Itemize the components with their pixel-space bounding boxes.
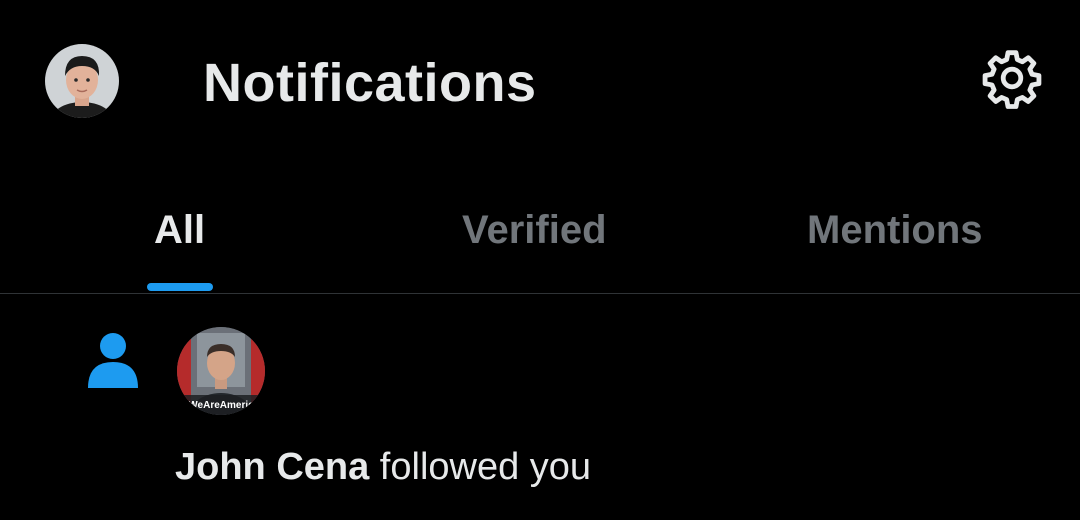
gear-icon [982, 50, 1042, 109]
tab-verified[interactable]: Verified [360, 165, 720, 293]
notification-text: John Cena followed you [175, 444, 591, 490]
notification-action: followed you [369, 446, 592, 488]
tab-all-label: All [154, 208, 206, 252]
profile-avatar[interactable] [45, 44, 119, 118]
person-icon [86, 332, 140, 390]
follower-avatar-image: #WeAreAmerica [177, 327, 265, 415]
follower-avatar[interactable]: #WeAreAmerica [177, 327, 265, 415]
user-avatar-icon [45, 44, 119, 118]
top-bar: Notifications [0, 0, 1080, 165]
tab-mentions-label: Mentions [807, 208, 983, 252]
active-tab-indicator [147, 283, 213, 291]
settings-button[interactable] [980, 46, 1044, 110]
tab-all[interactable]: All [0, 165, 360, 293]
follower-avatar-overlay: #WeAreAmerica [183, 400, 260, 411]
page-title: Notifications [203, 53, 537, 113]
tab-verified-label: Verified [462, 208, 607, 252]
notification-item[interactable]: #WeAreAmerica John Cena followed you [0, 294, 1080, 520]
tab-mentions[interactable]: Mentions [720, 165, 1080, 293]
notification-tabs: All Verified Mentions [0, 165, 1080, 293]
follower-name[interactable]: John Cena [175, 446, 369, 488]
